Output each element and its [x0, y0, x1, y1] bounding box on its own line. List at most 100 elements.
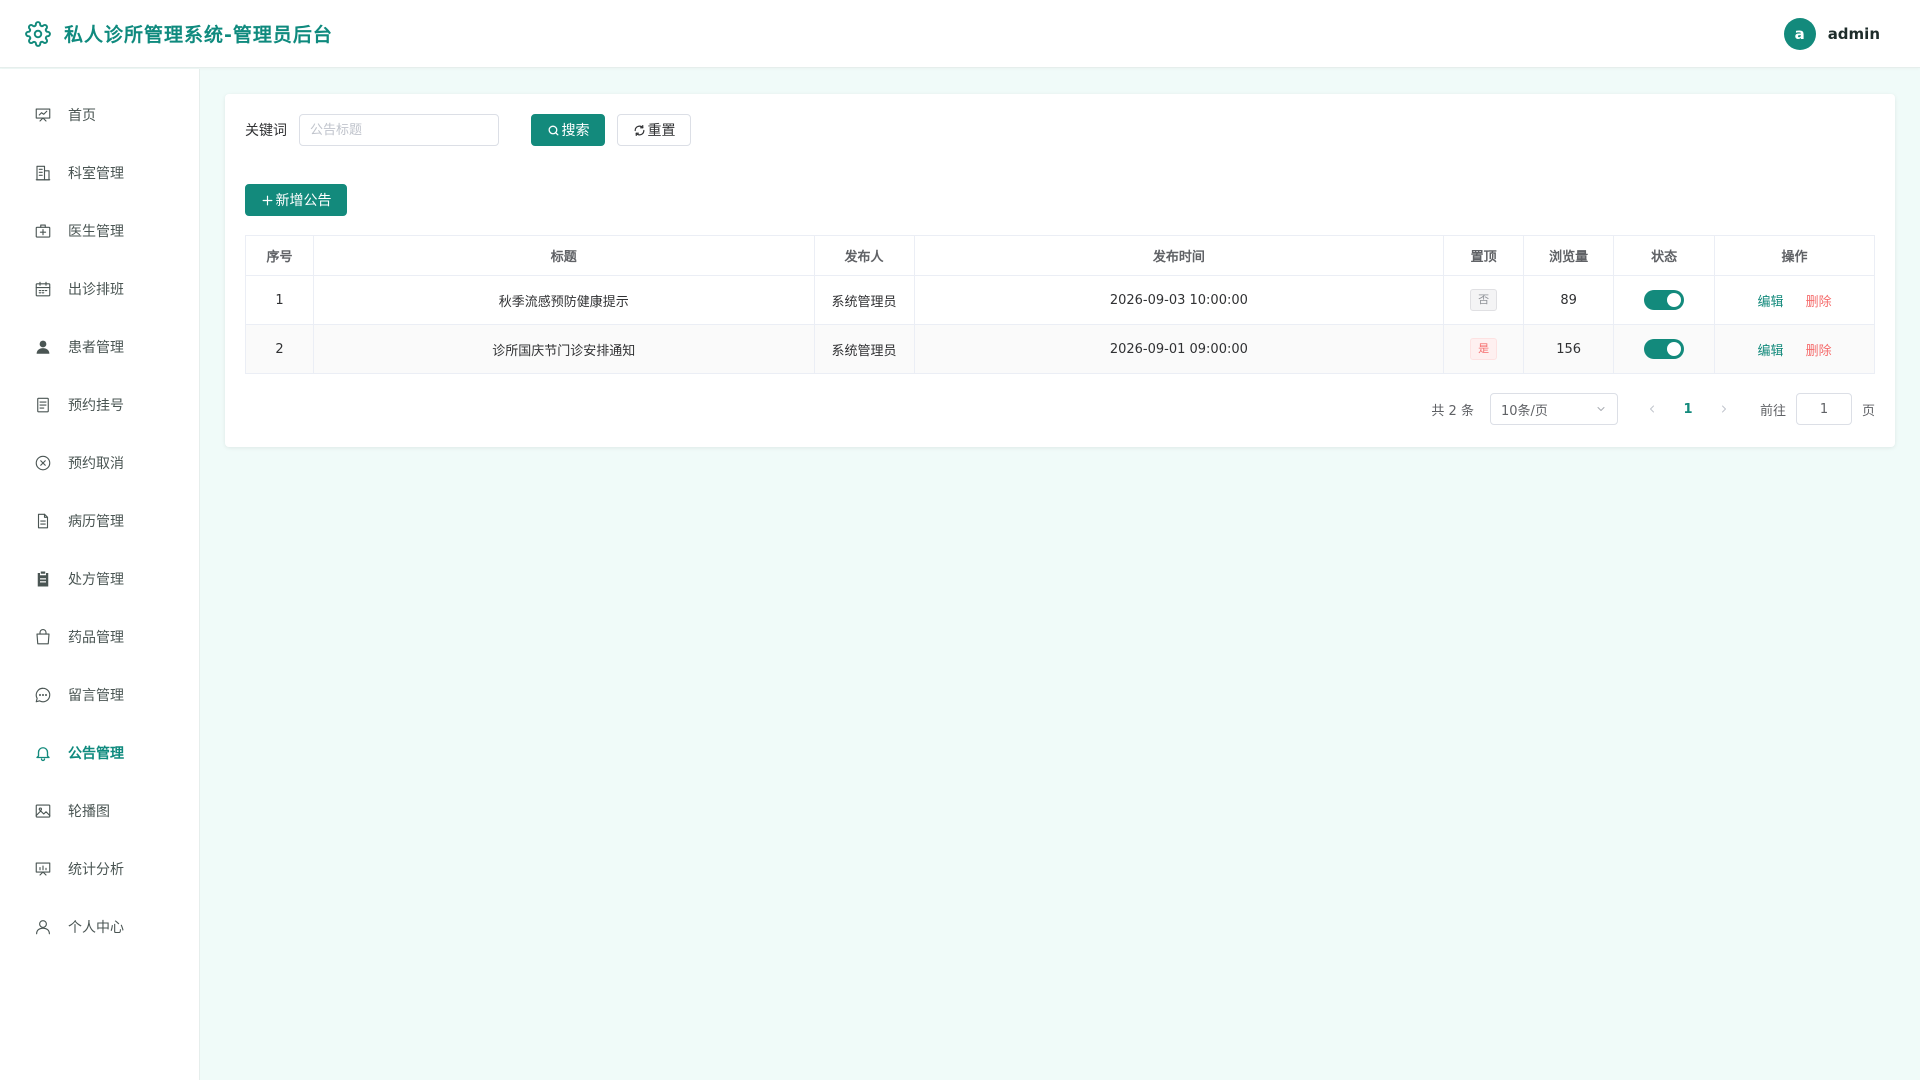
building-icon — [35, 165, 51, 181]
cell-actions: 编辑 删除 — [1714, 324, 1875, 374]
sidebar-item-patients[interactable]: 患者管理 — [0, 318, 199, 376]
sidebar-item-carousel[interactable]: 轮播图 — [0, 782, 199, 840]
sidebar-item-label: 科室管理 — [68, 166, 124, 182]
status-switch[interactable] — [1644, 339, 1685, 359]
cell-index: 2 — [245, 324, 314, 374]
chevron-down-icon — [1597, 407, 1605, 411]
shopping-bag-icon — [36, 629, 50, 645]
add-button-label: 新增公告 — [275, 193, 332, 209]
table-row: 1 秋季流感预防健康提示 系统管理员 2026-09-03 10:00:00 否… — [245, 275, 1875, 325]
delete-link[interactable]: 删除 — [1806, 295, 1832, 310]
sidebar-item-messages[interactable]: 留言管理 — [0, 666, 199, 724]
sidebar-item-schedule[interactable]: 出诊排班 — [0, 260, 199, 318]
cell-publisher: 系统管理员 — [813, 324, 915, 374]
next-page-button[interactable] — [1712, 395, 1736, 423]
plus-icon — [262, 195, 272, 205]
username[interactable]: admin — [1828, 25, 1880, 43]
sidebar-item-departments[interactable]: 科室管理 — [0, 144, 199, 202]
search-button-label: 搜索 — [561, 123, 590, 139]
cell-publisher: 系统管理员 — [813, 275, 915, 325]
cell-time: 2026-09-03 10:00:00 — [913, 275, 1445, 325]
sidebar-item-records[interactable]: 病历管理 — [0, 492, 199, 550]
sidebar-item-label: 出诊排班 — [68, 282, 124, 298]
clipboard-icon — [37, 571, 49, 587]
chevron-right-icon — [1721, 405, 1726, 413]
column-header: 标题 — [312, 235, 815, 276]
user-outline-icon — [36, 920, 50, 935]
top-header: 私人诊所管理系统-管理员后台 a admin — [0, 0, 1920, 68]
sidebar-item-label: 轮播图 — [68, 804, 110, 820]
search-icon — [548, 125, 558, 135]
pagination: 共 2 条 10条/页 1 前往 页 — [1431, 393, 1875, 425]
sidebar-item-medicines[interactable]: 药品管理 — [0, 608, 199, 666]
sidebar-item-label: 统计分析 — [68, 862, 124, 878]
cell-pinned: 否 — [1443, 275, 1525, 325]
sidebar-item-home[interactable]: 首页 — [0, 86, 199, 144]
keyword-input[interactable] — [299, 114, 499, 146]
goto-page-input[interactable] — [1795, 393, 1852, 425]
delete-link[interactable]: 删除 — [1806, 344, 1832, 359]
sidebar-item-label: 公告管理 — [68, 746, 124, 762]
user-filled-icon — [36, 340, 50, 354]
sidebar-item-label: 留言管理 — [68, 688, 124, 704]
edit-link[interactable]: 编辑 — [1757, 344, 1783, 359]
calendar-icon — [35, 281, 51, 297]
page-size-select[interactable]: 10条/页 — [1489, 393, 1618, 425]
add-announcement-button[interactable]: 新增公告 — [245, 184, 347, 216]
toolbar: 新增公告 — [245, 184, 1875, 216]
column-header: 序号 — [245, 235, 314, 276]
sidebar-item-announcements[interactable]: 公告管理 — [0, 724, 199, 782]
refresh-icon — [634, 124, 644, 136]
search-button[interactable]: 搜索 — [531, 114, 605, 146]
goto-unit: 页 — [1861, 403, 1875, 419]
sidebar-item-appointments[interactable]: 预约挂号 — [0, 376, 199, 434]
gear-icon — [24, 20, 52, 48]
sidebar-item-label: 首页 — [68, 108, 96, 124]
column-header: 浏览量 — [1523, 235, 1615, 276]
cell-views: 89 — [1523, 275, 1615, 325]
sidebar-item-doctors[interactable]: 医生管理 — [0, 202, 199, 260]
page-number-current[interactable]: 1 — [1672, 395, 1704, 423]
cell-actions: 编辑 删除 — [1714, 275, 1875, 325]
sidebar-item-label: 患者管理 — [68, 340, 124, 356]
cell-title: 诊所国庆节门诊安排通知 — [312, 324, 815, 374]
cell-index: 1 — [245, 275, 314, 325]
brand: 私人诊所管理系统-管理员后台 — [24, 20, 333, 48]
cell-status — [1613, 324, 1716, 374]
reset-button-label: 重置 — [647, 123, 676, 139]
prev-page-button[interactable] — [1640, 395, 1664, 423]
announcement-table: 序号 标题 发布人 发布时间 置顶 浏览量 状态 操作 1 秋季流感预防健康提示… — [245, 235, 1875, 374]
sidebar-item-label: 预约挂号 — [68, 398, 124, 414]
sidebar-item-statistics[interactable]: 统计分析 — [0, 840, 199, 898]
sidebar-item-prescriptions[interactable]: 处方管理 — [0, 550, 199, 608]
presentation-icon — [35, 108, 51, 122]
keyword-label: 关键词 — [245, 123, 287, 139]
column-header: 状态 — [1613, 235, 1716, 276]
status-switch[interactable] — [1644, 290, 1685, 310]
column-header: 发布人 — [813, 235, 915, 276]
file-icon — [37, 513, 49, 529]
reset-button[interactable]: 重置 — [617, 114, 691, 146]
sidebar-item-cancellations[interactable]: 预约取消 — [0, 434, 199, 492]
avatar[interactable]: a — [1783, 17, 1816, 50]
chat-icon — [35, 687, 51, 703]
cell-time: 2026-09-01 09:00:00 — [913, 324, 1445, 374]
column-header: 发布时间 — [913, 235, 1445, 276]
chevron-left-icon — [1649, 405, 1654, 413]
edit-link[interactable]: 编辑 — [1757, 295, 1783, 310]
chart-board-icon — [35, 862, 51, 876]
cell-title: 秋季流感预防健康提示 — [312, 275, 815, 325]
page-size-value: 10条/页 — [1500, 403, 1548, 419]
column-header: 操作 — [1714, 235, 1875, 276]
column-header: 置顶 — [1443, 235, 1525, 276]
user-menu[interactable]: a admin — [1783, 17, 1880, 50]
sidebar-item-label: 药品管理 — [68, 630, 124, 646]
sidebar-item-label: 医生管理 — [68, 224, 124, 240]
document-icon — [37, 397, 49, 413]
table-row: 2 诊所国庆节门诊安排通知 系统管理员 2026-09-01 09:00:00 … — [245, 324, 1875, 374]
sidebar-item-profile[interactable]: 个人中心 — [0, 898, 199, 956]
medical-bag-icon — [35, 224, 51, 238]
total-count: 共 2 条 — [1431, 403, 1474, 419]
cell-views: 156 — [1523, 324, 1615, 374]
sidebar-item-label: 病历管理 — [68, 514, 124, 530]
